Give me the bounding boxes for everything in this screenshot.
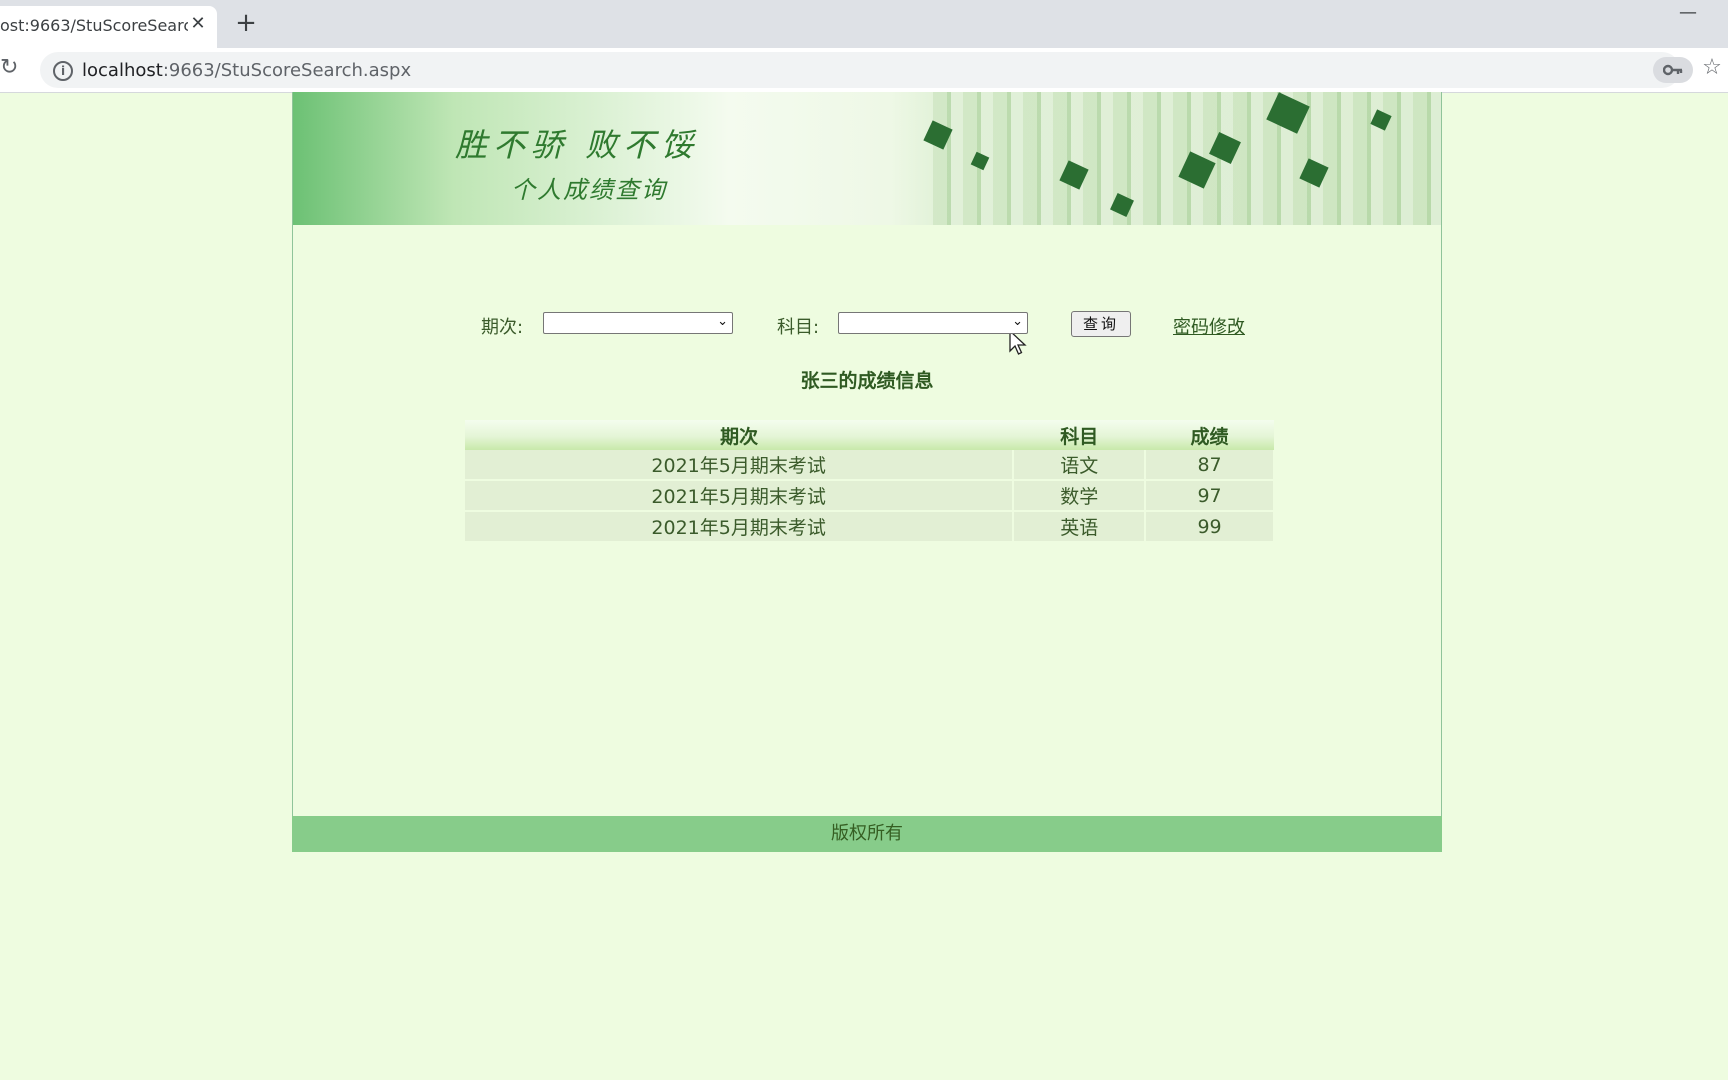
column-header-subject: 科目 (1013, 420, 1146, 450)
table-row: 2021年5月期末考试 英语 99 (465, 511, 1275, 543)
url-host: localhost (82, 60, 163, 81)
cell-term: 2021年5月期末考试 (465, 450, 1015, 481)
url-text[interactable]: localhost:9663/StuScoreSearch.aspx (82, 60, 411, 81)
key-icon[interactable] (1653, 57, 1693, 83)
cell-score: 97 (1145, 480, 1275, 512)
tab-title: ost:9663/StuScoreSearch (0, 16, 188, 35)
new-tab-icon[interactable]: + (234, 10, 258, 36)
address-bar[interactable]: i localhost:9663/StuScoreSearch.aspx (40, 52, 1693, 88)
table-header-row: 期次 科目 成绩 (465, 420, 1274, 450)
column-header-score: 成绩 (1145, 420, 1274, 450)
column-header-term: 期次 (465, 420, 1014, 450)
banner-subtitle: 个人成绩查询 (511, 176, 667, 204)
subject-select[interactable]: ⌄ (838, 312, 1028, 334)
filter-bar: 期次: ⌄ 科目: ⌄ 查询 密码修改 (293, 310, 1441, 340)
cell-subject: 语文 (1013, 450, 1147, 481)
chevron-down-icon: ⌄ (1012, 314, 1023, 329)
banner: 胜不骄 败不馁 个人成绩查询 (293, 92, 1441, 225)
term-select[interactable]: ⌄ (543, 312, 733, 334)
browser-tab[interactable]: ost:9663/StuScoreSearch ✕ (0, 6, 217, 48)
chevron-down-icon: ⌄ (717, 314, 728, 329)
url-path: :9663/StuScoreSearch.aspx (162, 60, 412, 81)
banner-motto: 胜不骄 败不馁 (455, 126, 700, 164)
subject-label: 科目: (777, 317, 820, 338)
cell-subject: 英语 (1013, 511, 1147, 543)
cell-score: 87 (1145, 450, 1275, 481)
footer-copyright: 版权所有 (292, 816, 1442, 852)
term-label: 期次: (481, 317, 524, 338)
table-row: 2021年5月期末考试 数学 97 (465, 480, 1275, 512)
cell-subject: 数学 (1013, 480, 1147, 512)
minimize-icon[interactable]: — (1676, 2, 1700, 26)
browser-tabstrip: ost:9663/StuScoreSearch ✕ + — (0, 0, 1728, 48)
reload-icon[interactable]: ↻ (0, 56, 24, 80)
table-row: 2021年5月期末考试 语文 87 (465, 450, 1275, 481)
cell-term: 2021年5月期末考试 (465, 511, 1015, 543)
cell-term: 2021年5月期末考试 (465, 480, 1015, 512)
star-icon[interactable]: ☆ (1700, 56, 1724, 80)
browser-toolbar: ↻ i localhost:9663/StuScoreSearch.aspx ☆ (0, 48, 1728, 93)
info-icon[interactable]: i (53, 61, 73, 81)
cell-score: 99 (1145, 511, 1275, 543)
search-button[interactable]: 查询 (1071, 311, 1131, 337)
close-icon[interactable]: ✕ (188, 14, 208, 34)
score-table: 期次 科目 成绩 2021年5月期末考试 语文 87 2021年5月期末考试 数… (465, 420, 1275, 543)
page-container: 胜不骄 败不馁 个人成绩查询 期次: ⌄ 科目: ⌄ 查询 密码修改 张三的成绩… (292, 92, 1442, 852)
change-password-link[interactable]: 密码修改 (1173, 313, 1245, 339)
grid-title: 张三的成绩信息 (800, 370, 934, 392)
